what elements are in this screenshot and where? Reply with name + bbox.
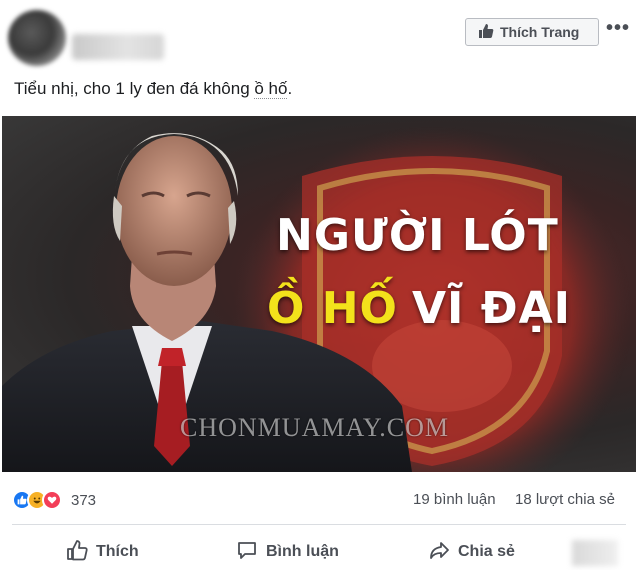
page-name-blurred[interactable] — [72, 34, 164, 60]
comment-bubble-icon — [236, 539, 258, 566]
headline-line-2: VĨ ĐẠI — [412, 283, 572, 334]
avatar[interactable] — [8, 10, 66, 66]
like-page-label: Thích Trang — [500, 24, 580, 40]
headline-line-1: NGƯỜI LÓT — [276, 210, 559, 261]
thumbs-up-outline-icon — [66, 539, 88, 566]
post-image[interactable]: NGƯỜI LÓT Ồ HỐ VĨ ĐẠI CHONMUAMAY.COM — [2, 116, 636, 472]
share-arrow-icon — [428, 539, 450, 566]
share-button[interactable]: Chia sẻ — [428, 538, 515, 566]
facebook-post: Thích Trang ••• Tiểu nhị, cho 1 ly đen đ… — [0, 0, 640, 570]
comment-button[interactable]: Bình luận — [236, 538, 339, 566]
caption-text: Tiểu nhị, cho 1 ly đen đá không — [14, 79, 255, 98]
post-caption: Tiểu nhị, cho 1 ly đen đá không ồ hố. — [14, 79, 292, 99]
headline-highlight: Ồ HỐ — [267, 283, 398, 334]
reactions-summary[interactable]: 373 — [12, 489, 96, 511]
love-icon — [42, 490, 62, 510]
caption-hashtag-link[interactable]: ồ hố — [254, 79, 288, 99]
divider — [12, 524, 626, 525]
caption-end: . — [287, 79, 293, 98]
shares-count[interactable]: 18 lượt chia sẻ — [515, 491, 615, 508]
watermark: CHONMUAMAY.COM — [180, 413, 450, 442]
thumbs-up-icon — [478, 23, 494, 42]
blurred-corner — [572, 540, 618, 566]
like-button[interactable]: Thích — [66, 538, 139, 566]
like-page-button[interactable]: Thích Trang — [465, 18, 599, 46]
reaction-count: 373 — [71, 491, 97, 509]
comment-label: Bình luận — [266, 543, 339, 560]
comments-count[interactable]: 19 bình luận — [413, 491, 496, 508]
more-options-button[interactable]: ••• — [604, 16, 632, 40]
share-label: Chia sẻ — [458, 543, 515, 560]
like-label: Thích — [96, 543, 139, 560]
